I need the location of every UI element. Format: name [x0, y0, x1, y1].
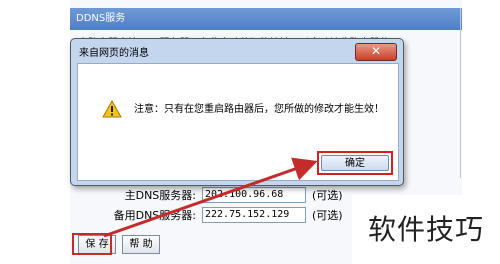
- watermark: 软件技巧: [352, 195, 500, 264]
